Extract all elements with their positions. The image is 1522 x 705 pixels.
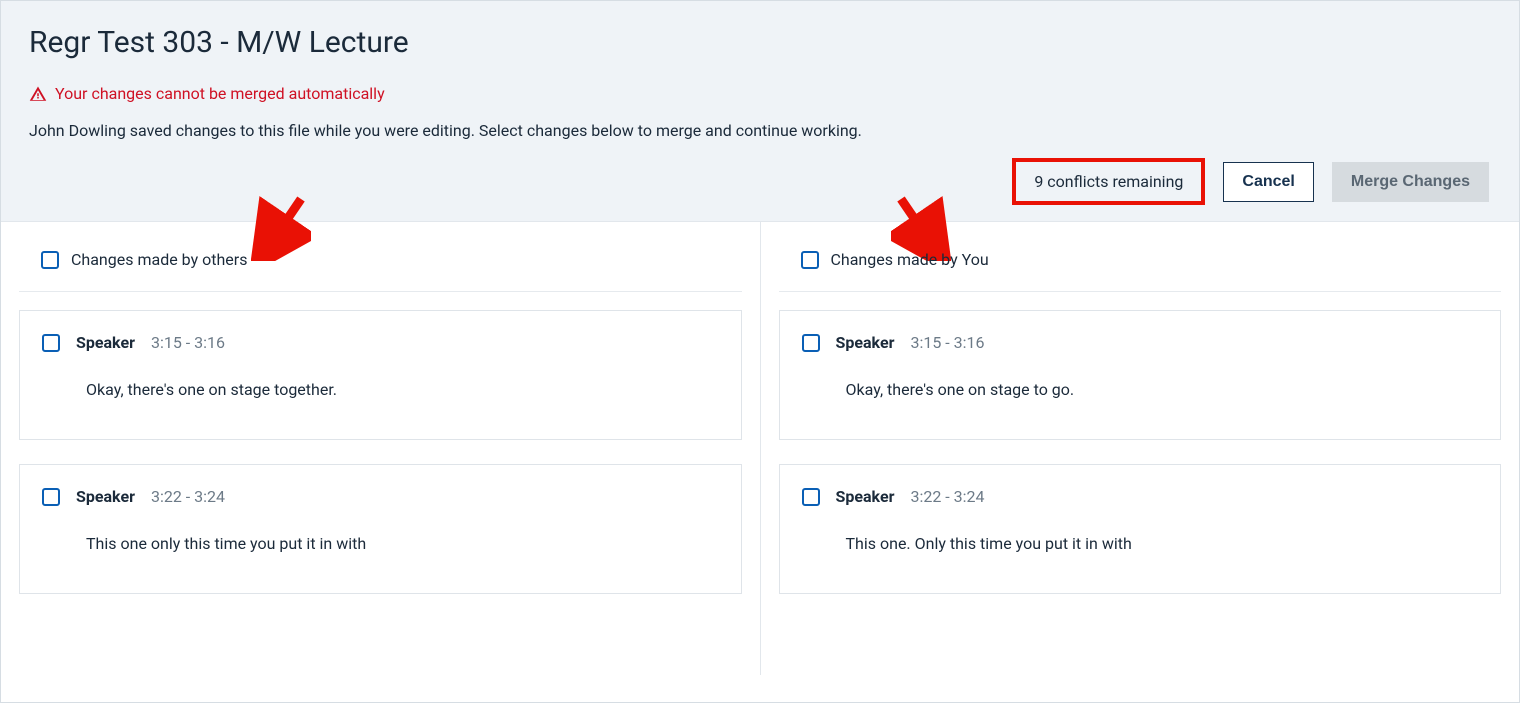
speaker-label: Speaker <box>836 487 895 506</box>
column-you-header: Changes made by You <box>779 250 1502 292</box>
merge-conflict-dialog: Regr Test 303 - M/W Lecture Your changes… <box>0 0 1520 703</box>
diff-item-checkbox[interactable] <box>802 334 820 352</box>
merge-changes-button[interactable]: Merge Changes <box>1332 162 1489 202</box>
column-others-header: Changes made by others <box>19 250 742 292</box>
speaker-label: Speaker <box>76 487 135 506</box>
cancel-button[interactable]: Cancel <box>1223 162 1313 202</box>
alert-text: Your changes cannot be merged automatica… <box>55 84 385 103</box>
diff-text: Okay, there's one on stage to go. <box>846 380 1479 399</box>
diff-columns: Changes made by others Speaker 3:15 - 3:… <box>1 222 1519 675</box>
conflict-count-badge: 9 conflicts remaining <box>1012 158 1205 205</box>
speaker-label: Speaker <box>76 333 135 352</box>
dialog-header: Regr Test 303 - M/W Lecture Your changes… <box>1 1 1519 222</box>
warning-icon <box>29 85 47 103</box>
timestamp-label: 3:22 - 3:24 <box>910 487 984 506</box>
diff-text: Okay, there's one on stage together. <box>86 380 719 399</box>
diff-item-checkbox[interactable] <box>42 488 60 506</box>
select-all-you-checkbox[interactable] <box>801 251 819 269</box>
timestamp-label: 3:15 - 3:16 <box>910 333 984 352</box>
column-others-label: Changes made by others <box>71 250 247 269</box>
timestamp-label: 3:15 - 3:16 <box>151 333 225 352</box>
diff-card: Speaker 3:15 - 3:16 Okay, there's one on… <box>19 310 742 440</box>
select-all-others-checkbox[interactable] <box>41 251 59 269</box>
diff-text: This one only this time you put it in wi… <box>86 534 719 553</box>
diff-card: Speaker 3:15 - 3:16 Okay, there's one on… <box>779 310 1502 440</box>
diff-card: Speaker 3:22 - 3:24 This one only this t… <box>19 464 742 594</box>
merge-alert: Your changes cannot be merged automatica… <box>29 84 1491 103</box>
instruction-text: John Dowling saved changes to this file … <box>29 121 1491 140</box>
speaker-label: Speaker <box>836 333 895 352</box>
diff-item-checkbox[interactable] <box>802 488 820 506</box>
column-you-label: Changes made by You <box>831 250 989 269</box>
column-you: Changes made by You Speaker 3:15 - 3:16 … <box>761 222 1520 675</box>
timestamp-label: 3:22 - 3:24 <box>151 487 225 506</box>
page-title: Regr Test 303 - M/W Lecture <box>29 25 1491 60</box>
diff-item-checkbox[interactable] <box>42 334 60 352</box>
diff-text: This one. Only this time you put it in w… <box>846 534 1479 553</box>
diff-card: Speaker 3:22 - 3:24 This one. Only this … <box>779 464 1502 594</box>
action-row: 9 conflicts remaining Cancel Merge Chang… <box>29 158 1491 205</box>
column-others: Changes made by others Speaker 3:15 - 3:… <box>1 222 761 675</box>
